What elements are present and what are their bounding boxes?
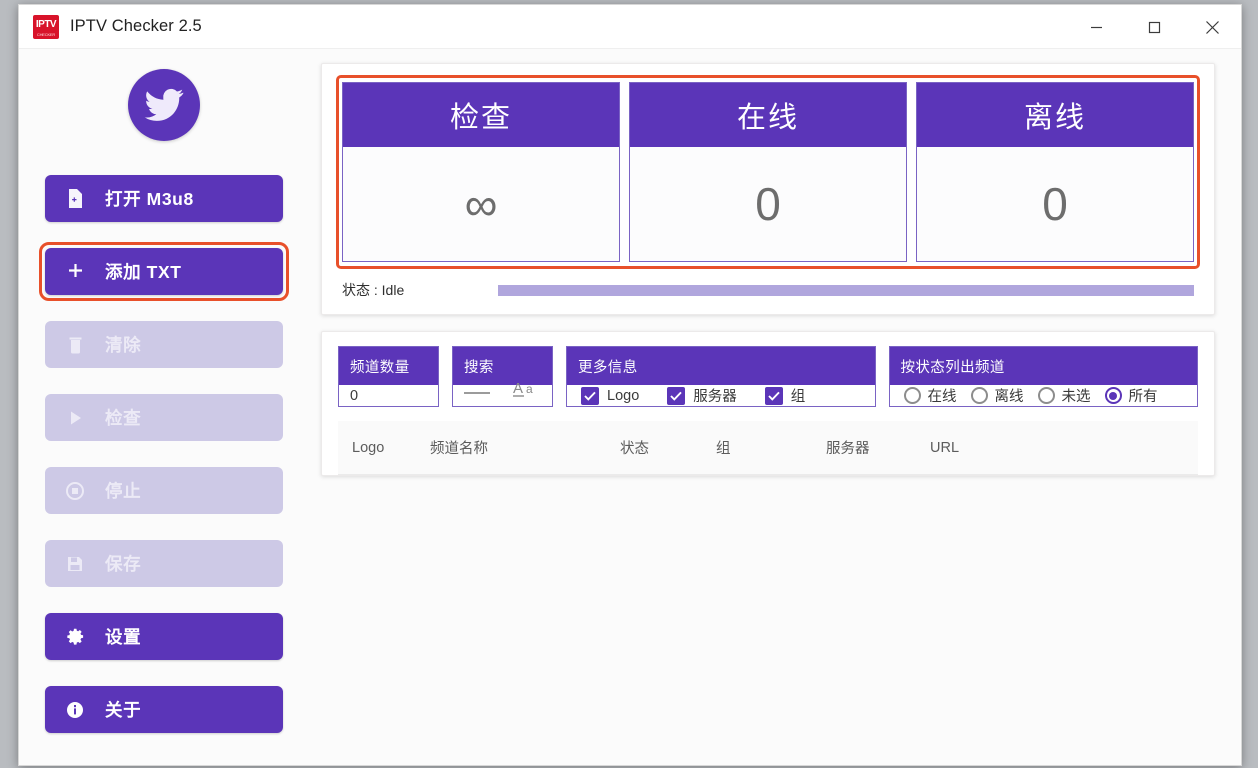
search-caret — [464, 392, 490, 394]
plus-icon — [45, 263, 105, 280]
column-status[interactable]: 状态 — [620, 437, 716, 458]
clear-button[interactable]: 清除 — [45, 321, 283, 368]
filters-card: 频道数量 0 搜索 A a — [321, 331, 1215, 476]
open-m3u8-button[interactable]: 打开 M3u8 — [45, 175, 283, 222]
stat-online-title: 在线 — [630, 83, 906, 147]
info-icon — [45, 701, 105, 719]
play-icon — [45, 410, 105, 426]
open-m3u8-label: 打开 M3u8 — [105, 186, 194, 211]
radio-icon-selected — [1105, 387, 1122, 404]
title-bar: IPTV CHECKER IPTV Checker 2.5 — [19, 5, 1241, 49]
stat-online-value: 0 — [630, 147, 906, 261]
about-label: 关于 — [105, 697, 141, 722]
file-add-icon — [45, 189, 105, 208]
search-input[interactable]: A a — [453, 385, 552, 406]
check-label: 检查 — [105, 405, 141, 430]
status-label: 状态 : Idle — [342, 280, 404, 300]
window-title: IPTV Checker 2.5 — [70, 17, 202, 36]
stat-checked-value: ∞ — [343, 147, 619, 261]
channel-count-title: 频道数量 — [339, 347, 438, 385]
app-window: IPTV CHECKER IPTV Checker 2.5 — [18, 4, 1242, 766]
column-name[interactable]: 频道名称 — [430, 437, 620, 458]
filters-row: 频道数量 0 搜索 A a — [338, 346, 1198, 407]
more-info-body: Logo 服务器 — [567, 385, 875, 406]
close-button[interactable] — [1183, 5, 1241, 49]
minimize-button[interactable] — [1067, 5, 1125, 49]
radio-online-label: 在线 — [928, 385, 957, 406]
svg-text:A: A — [513, 380, 523, 397]
radio-icon — [904, 387, 921, 404]
sidebar: 打开 M3u8 添加 TXT 清除 — [19, 49, 309, 766]
stop-circle-icon — [45, 482, 105, 500]
stat-online: 在线 0 — [629, 82, 907, 262]
stats-card: 检查 ∞ 在线 0 离线 0 状态 : Idle — [321, 63, 1215, 315]
stat-offline-title: 离线 — [917, 83, 1193, 147]
list-by-status-panel: 按状态列出频道 在线 离线 — [889, 346, 1199, 407]
window-controls — [1067, 5, 1241, 49]
list-by-status-body: 在线 离线 未选 所有 — [890, 385, 1198, 406]
check-icon — [581, 387, 599, 405]
add-txt-button[interactable]: 添加 TXT — [45, 248, 283, 295]
stat-checked: 检查 ∞ — [342, 82, 620, 262]
column-logo[interactable]: Logo — [352, 440, 430, 456]
stop-button[interactable]: 停止 — [45, 467, 283, 514]
list-by-status-title: 按状态列出频道 — [890, 347, 1198, 385]
save-button[interactable]: 保存 — [45, 540, 283, 587]
radio-offline[interactable]: 离线 — [971, 385, 1024, 406]
trash-icon — [45, 336, 105, 354]
stat-offline: 离线 0 — [916, 82, 1194, 262]
twitter-bird-icon — [143, 84, 185, 126]
radio-all-label: 所有 — [1129, 385, 1158, 406]
checkbox-group-label: 组 — [791, 385, 806, 406]
avatar[interactable] — [128, 69, 200, 141]
more-info-title: 更多信息 — [567, 347, 875, 385]
check-icon — [667, 387, 685, 405]
check-icon — [765, 387, 783, 405]
title-bar-left: IPTV CHECKER IPTV Checker 2.5 — [19, 15, 202, 39]
stat-offline-value: 0 — [917, 147, 1193, 261]
column-server[interactable]: 服务器 — [826, 437, 930, 458]
add-txt-label: 添加 TXT — [105, 259, 182, 284]
app-logo-subtext: CHECKER — [33, 32, 59, 37]
column-url[interactable]: URL — [930, 440, 1050, 456]
radio-icon — [1038, 387, 1055, 404]
channel-count-value: 0 — [339, 385, 438, 406]
save-label: 保存 — [105, 551, 141, 576]
search-panel: 搜索 A a — [452, 346, 553, 407]
settings-button[interactable]: 设置 — [45, 613, 283, 660]
radio-icon — [971, 387, 988, 404]
app-logo-text: IPTV — [36, 20, 56, 30]
more-info-panel: 更多信息 Logo — [566, 346, 876, 407]
radio-online[interactable]: 在线 — [904, 385, 957, 406]
match-case-aa-icon[interactable]: A a — [513, 378, 543, 398]
column-group[interactable]: 组 — [716, 437, 826, 458]
clear-label: 清除 — [105, 332, 141, 357]
app-logo-icon: IPTV CHECKER — [33, 15, 59, 39]
checkbox-logo[interactable]: Logo — [581, 387, 639, 405]
window-body: 打开 M3u8 添加 TXT 清除 — [19, 49, 1241, 766]
check-button[interactable]: 检查 — [45, 394, 283, 441]
save-icon — [45, 556, 105, 572]
stat-checked-title: 检查 — [343, 83, 619, 147]
status-row: 状态 : Idle — [338, 266, 1198, 304]
main-content: 检查 ∞ 在线 0 离线 0 状态 : Idle — [309, 49, 1241, 766]
radio-unchecked-label: 未选 — [1062, 385, 1091, 406]
settings-label: 设置 — [105, 624, 141, 649]
checkbox-logo-label: Logo — [607, 388, 639, 404]
maximize-button[interactable] — [1125, 5, 1183, 49]
checkbox-group[interactable]: 组 — [765, 385, 806, 406]
checkbox-server-label: 服务器 — [693, 385, 737, 406]
svg-text:a: a — [526, 382, 533, 396]
gear-icon — [45, 627, 105, 646]
radio-all[interactable]: 所有 — [1105, 385, 1158, 406]
radio-unchecked[interactable]: 未选 — [1038, 385, 1091, 406]
channel-count-panel: 频道数量 0 — [338, 346, 439, 407]
channel-table-header: Logo 频道名称 状态 组 服务器 URL — [338, 421, 1198, 475]
progress-bar — [498, 285, 1194, 296]
stats-row: 检查 ∞ 在线 0 离线 0 — [338, 78, 1198, 266]
checkbox-server[interactable]: 服务器 — [667, 385, 737, 406]
stop-label: 停止 — [105, 478, 141, 503]
radio-offline-label: 离线 — [995, 385, 1024, 406]
about-button[interactable]: 关于 — [45, 686, 283, 733]
